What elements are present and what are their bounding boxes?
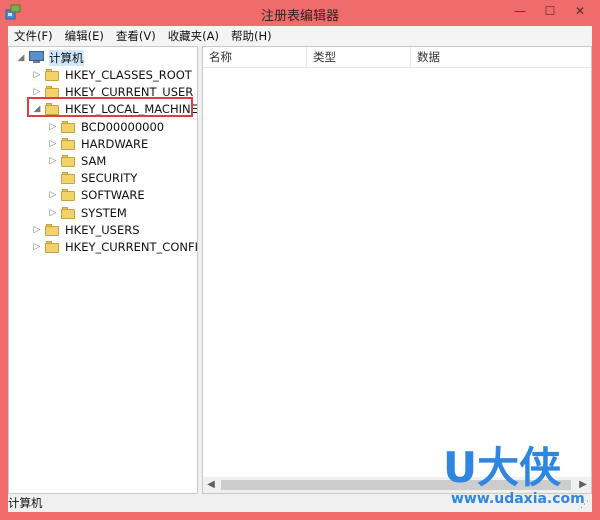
folder-icon bbox=[61, 120, 77, 133]
scroll-left-icon[interactable]: ◀ bbox=[203, 477, 219, 493]
tree-node-label: SYSTEM bbox=[81, 205, 127, 220]
tree-node-label: HARDWARE bbox=[81, 136, 149, 151]
expand-icon[interactable]: ▷ bbox=[47, 122, 59, 132]
tree-node-hardware[interactable]: ▷ HARDWARE bbox=[47, 135, 149, 152]
registry-editor-window: 注册表编辑器 — ☐ ✕ 文件(F) 编辑(E) 查看(V) 收藏夹(A) 帮助… bbox=[0, 0, 600, 520]
column-data[interactable]: 数据 bbox=[411, 47, 591, 67]
folder-icon bbox=[61, 188, 77, 201]
tree-node-hkey-users[interactable]: ▷ HKEY_USERS bbox=[31, 221, 140, 238]
folder-icon bbox=[61, 206, 77, 219]
maximize-button[interactable]: ☐ bbox=[538, 0, 562, 22]
tree-node-label: SECURITY bbox=[81, 170, 138, 185]
folder-icon bbox=[45, 68, 61, 81]
tree-node-label: HKEY_USERS bbox=[65, 222, 140, 237]
expand-icon[interactable]: ▷ bbox=[47, 156, 59, 166]
tree-node-label: BCD00000000 bbox=[81, 119, 165, 134]
menu-bar: 文件(F) 编辑(E) 查看(V) 收藏夹(A) 帮助(H) bbox=[8, 26, 592, 46]
expand-icon[interactable]: ▷ bbox=[31, 225, 43, 235]
watermark-url: www.udaxia.com bbox=[451, 491, 585, 507]
computer-icon bbox=[29, 51, 45, 64]
watermark-text: U大侠 bbox=[443, 443, 562, 492]
menu-help[interactable]: 帮助(H) bbox=[225, 26, 278, 46]
tree-node-system[interactable]: ▷ SYSTEM bbox=[47, 204, 127, 221]
column-name[interactable]: 名称 bbox=[203, 47, 307, 67]
watermark-logo: U大侠 www.udaxia.com bbox=[443, 444, 593, 512]
menu-file[interactable]: 文件(F) bbox=[8, 26, 59, 46]
client-area: ◢ 计算机 ▷ HKEY_CLASSES_ROOT ▷ HKEY_CURRENT… bbox=[8, 46, 592, 494]
registry-tree: ◢ 计算机 ▷ HKEY_CLASSES_ROOT ▷ HKEY_CURRENT… bbox=[8, 46, 198, 494]
menu-favorites[interactable]: 收藏夹(A) bbox=[162, 26, 225, 46]
tree-node-sam[interactable]: ▷ SAM bbox=[47, 152, 107, 169]
tree-node-label: HKEY_CURRENT_CONFIG bbox=[65, 239, 198, 254]
folder-icon bbox=[45, 223, 61, 236]
menu-edit[interactable]: 编辑(E) bbox=[59, 26, 110, 46]
tree-node-label: HKEY_CLASSES_ROOT bbox=[65, 67, 192, 82]
tree-node-label: 计算机 bbox=[49, 49, 84, 66]
folder-icon bbox=[45, 240, 61, 253]
minimize-button[interactable]: — bbox=[508, 0, 532, 22]
list-header: 名称 类型 数据 bbox=[203, 47, 591, 68]
highlight-box bbox=[27, 97, 193, 117]
tree-node-label: SOFTWARE bbox=[81, 187, 145, 202]
tree-node-hkey-current-config[interactable]: ▷ HKEY_CURRENT_CONFIG bbox=[31, 238, 198, 255]
tree-node-hkey-classes-root[interactable]: ▷ HKEY_CLASSES_ROOT bbox=[31, 66, 192, 83]
tree-node-software[interactable]: ▷ SOFTWARE bbox=[47, 186, 145, 203]
expand-icon[interactable]: ▷ bbox=[31, 242, 43, 252]
expand-icon[interactable]: ▷ bbox=[31, 87, 43, 97]
tree-node-computer[interactable]: ◢ 计算机 bbox=[15, 49, 84, 66]
collapse-icon[interactable]: ◢ bbox=[15, 53, 27, 63]
expand-icon[interactable]: ▷ bbox=[47, 139, 59, 149]
folder-icon bbox=[61, 171, 77, 184]
column-type[interactable]: 类型 bbox=[307, 47, 411, 67]
folder-icon bbox=[45, 85, 61, 98]
folder-icon bbox=[61, 137, 77, 150]
tree-node-bcd[interactable]: ▷ BCD00000000 bbox=[47, 118, 165, 135]
title-bar[interactable]: 注册表编辑器 — ☐ ✕ bbox=[0, 0, 600, 26]
folder-icon bbox=[61, 154, 77, 167]
tree-node-label: SAM bbox=[81, 153, 107, 168]
expand-icon[interactable]: ▷ bbox=[31, 70, 43, 80]
menu-view[interactable]: 查看(V) bbox=[110, 26, 162, 46]
values-list: 名称 类型 数据 ◀ ▶ bbox=[202, 46, 592, 494]
expand-icon[interactable]: ▷ bbox=[47, 190, 59, 200]
status-path: 计算机 bbox=[8, 496, 43, 510]
expand-icon[interactable]: ▷ bbox=[47, 208, 59, 218]
tree-node-security[interactable]: SECURITY bbox=[47, 169, 137, 186]
close-button[interactable]: ✕ bbox=[564, 0, 596, 22]
